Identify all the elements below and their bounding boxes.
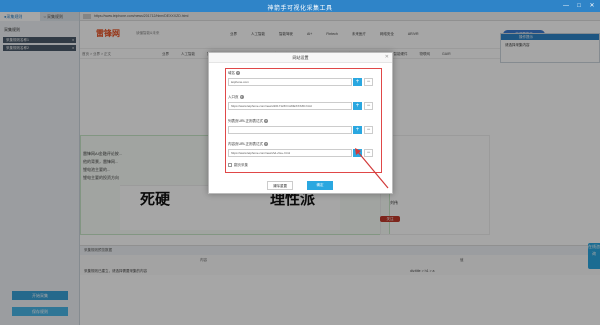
add-domain-button[interactable]: + <box>353 78 362 86</box>
remove-list-regex-button[interactable]: − <box>364 126 373 134</box>
add-list-regex-button[interactable]: + <box>353 126 362 134</box>
content-regex-label-text: 内容页URL正则表达式 <box>228 142 264 146</box>
add-content-regex-button[interactable]: + <box>353 149 362 157</box>
confirm-button[interactable]: 确定 <box>307 181 333 190</box>
paging-checkbox-label: 翻页采集 <box>234 163 248 167</box>
minimize-icon[interactable]: — <box>562 2 570 10</box>
entry-url-field[interactable]: https://www.leiphone.com/news/201712/hlr… <box>228 102 352 110</box>
entry-label-text: 入口页 <box>228 95 239 99</box>
add-entry-button[interactable]: + <box>353 102 362 110</box>
paging-checkbox[interactable]: 翻页采集 <box>228 163 248 168</box>
close-icon[interactable]: ✕ <box>588 2 596 10</box>
close-icon[interactable]: ✕ <box>385 54 389 60</box>
domain-label: 域名? <box>228 71 240 76</box>
reset-button[interactable]: 清除重置 <box>267 181 293 190</box>
window-title: 神箭手可视化采集工具 <box>267 6 333 12</box>
window-titlebar: 神箭手可视化采集工具 — □ ✕ <box>0 0 600 12</box>
domain-label-text: 域名 <box>228 71 235 75</box>
site-settings-dialog: 网站设置 ✕ 域名? leiphone.com + − 入口页? https:/… <box>208 52 393 194</box>
content-regex-field[interactable]: https://www.leiphone.com/news/\d+/\w+.ht… <box>228 149 352 157</box>
maximize-icon[interactable]: □ <box>575 2 583 10</box>
domain-field[interactable]: leiphone.com <box>228 78 352 86</box>
content-regex-label: 内容页URL正则表达式? <box>228 142 269 147</box>
list-regex-field[interactable] <box>228 126 352 134</box>
remove-domain-button[interactable]: − <box>364 78 373 86</box>
list-regex-label: 列表页URL正则表达式? <box>228 119 269 124</box>
remove-content-regex-button[interactable]: − <box>364 149 373 157</box>
help-icon[interactable]: ? <box>264 119 269 123</box>
list-regex-label-text: 列表页URL正则表达式 <box>228 119 264 123</box>
help-icon[interactable]: ? <box>236 71 240 75</box>
dialog-title: 网站设置 <box>209 53 392 63</box>
remove-entry-button[interactable]: − <box>364 102 373 110</box>
entry-label: 入口页? <box>228 95 244 100</box>
help-icon[interactable]: ? <box>239 95 244 99</box>
help-icon[interactable]: ? <box>264 142 269 146</box>
checkbox-icon[interactable] <box>228 163 232 168</box>
